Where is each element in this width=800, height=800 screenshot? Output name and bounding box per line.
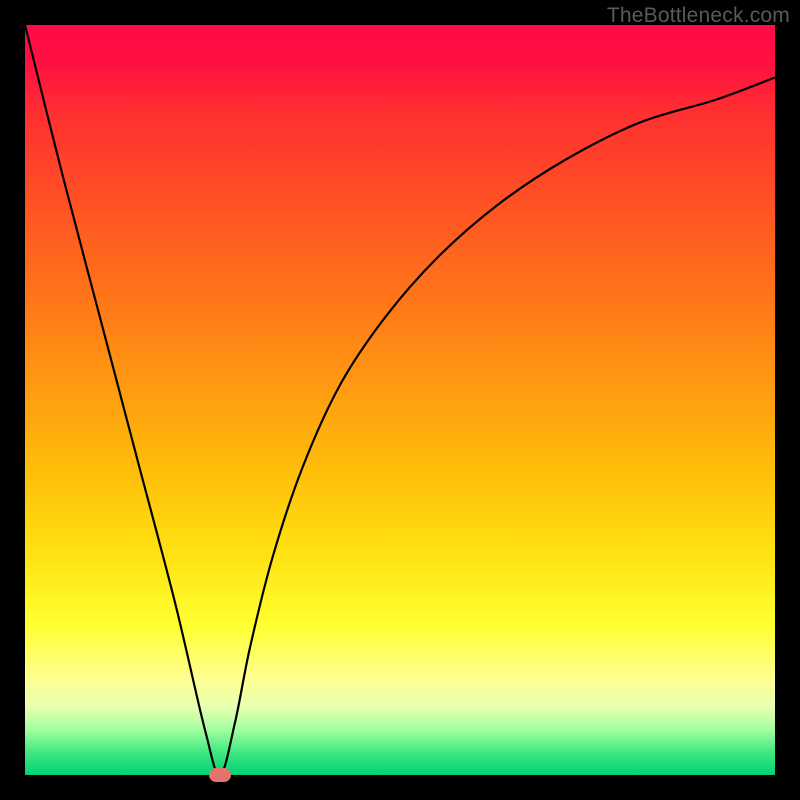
optimal-marker [209,768,231,782]
plot-area [25,25,775,775]
chart-container: TheBottleneck.com [0,0,800,800]
watermark-text: TheBottleneck.com [607,4,790,28]
bottleneck-curve-path [25,25,775,775]
curve-svg [25,25,775,775]
